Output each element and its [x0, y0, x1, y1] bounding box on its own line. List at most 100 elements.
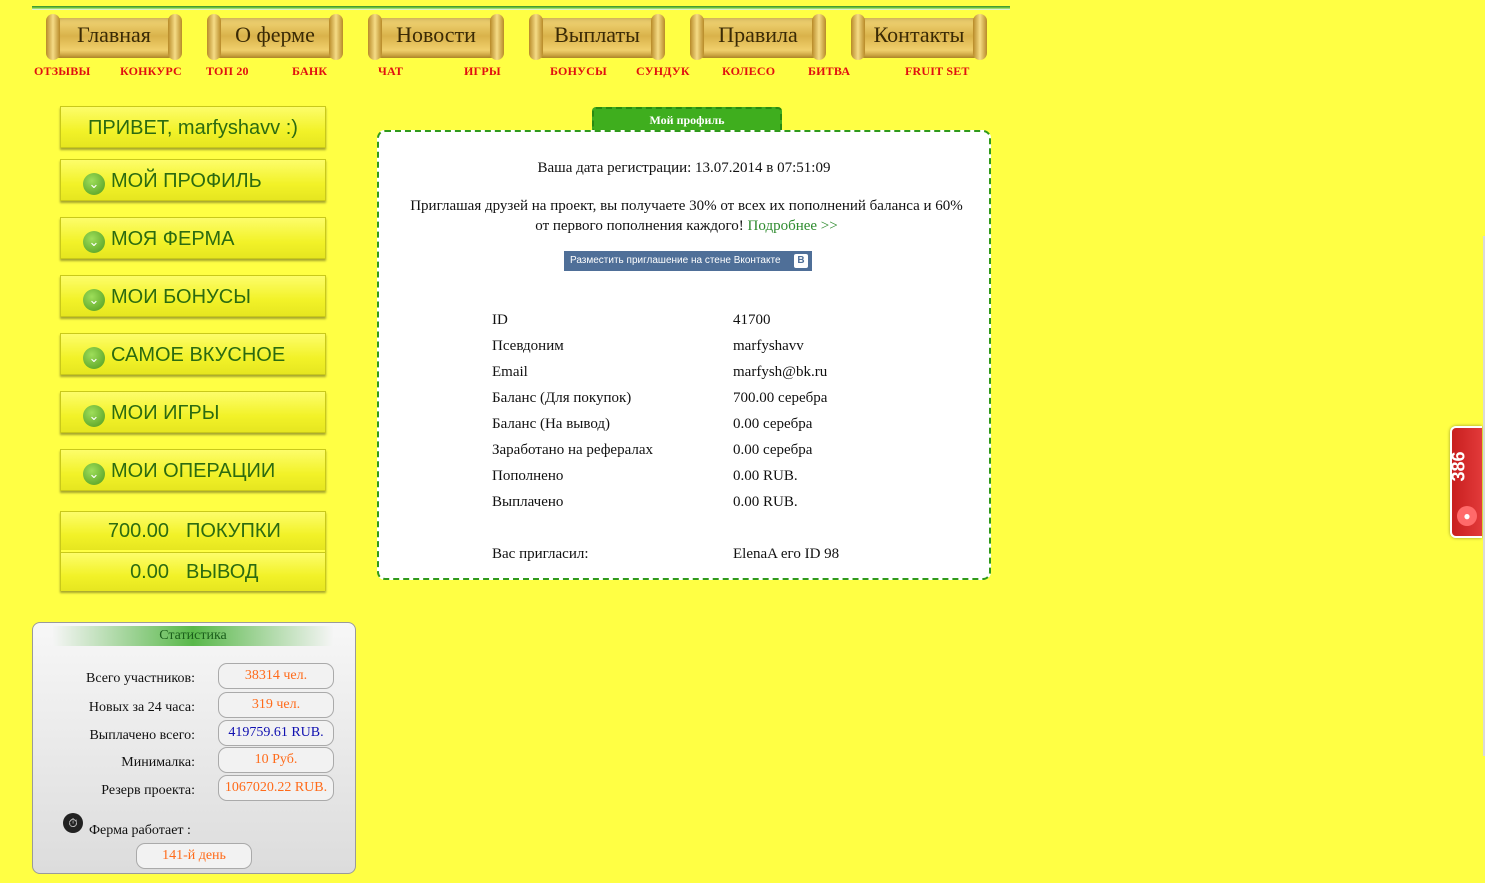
vk-share-label: Разместить приглашение на стене Вконтакт… [570, 255, 781, 266]
nav-label: Контакты [873, 22, 965, 47]
nav-label: Новости [396, 22, 476, 47]
nav-contacts[interactable]: Контакты [849, 12, 989, 62]
stat-value: 10 Руб. [218, 747, 334, 773]
sidebar-item-operations[interactable]: ⌄ МОИ ОПЕРАЦИИ [60, 449, 326, 491]
invite-more-link[interactable]: Подробнее >> [748, 218, 838, 234]
stat-row: Минималка: 10 Руб. [33, 743, 355, 773]
main-nav: Главная О ферме Новости Выплаты Правила … [32, 10, 1012, 62]
stat-value: 38314 чел. [218, 663, 334, 689]
chevron-down-icon: ⌄ [83, 347, 105, 369]
profile-row: Псевдоним marfyshavv [492, 338, 952, 362]
profile-value: 0.00 RUB. [733, 494, 798, 510]
sidebar-item-tasty[interactable]: ⌄ САМОЕ ВКУСНОЕ [60, 333, 326, 375]
profile-label: Выплачено [492, 494, 564, 510]
stat-value: 1067020.22 RUB. [218, 775, 334, 801]
greeting-box: ПРИВЕТ, marfyshavv :) [60, 106, 326, 148]
sub-link-wheel[interactable]: КОЛЕСО [722, 64, 775, 79]
nav-label: О ферме [235, 22, 315, 47]
stat-row: Резерв проекта: 1067020.22 RUB. [33, 771, 355, 801]
nav-label: Правила [718, 22, 798, 47]
side-counter-widget[interactable]: 386 ● [1449, 426, 1482, 538]
farm-uptime-value: 141-й день [136, 843, 252, 869]
profile-label: Email [492, 364, 528, 380]
profile-value: marfysh@bk.ru [733, 364, 828, 380]
sub-link-bonuses[interactable]: БОНУСЫ [550, 64, 607, 79]
profile-panel: Ваша дата регистрации: 13.07.2014 в 07:5… [377, 130, 991, 580]
profile-row: ID 41700 [492, 312, 952, 336]
stat-row: Всего участников: 38314 чел. [33, 659, 355, 689]
balance-buy-value: 700.00 [107, 520, 169, 542]
profile-row: Баланс (Для покупок) 700.00 серебра [492, 390, 952, 414]
profile-label: ID [492, 312, 508, 328]
chevron-down-icon: ⌄ [83, 173, 105, 195]
referrer-value: ElenaA его ID 98 [733, 546, 840, 562]
referrer-row: Вас пригласил: ElenaA его ID 98 [492, 546, 952, 570]
profile-row: Баланс (На вывод) 0.00 серебра [492, 416, 952, 440]
tab-my-profile[interactable]: Мой профиль [592, 107, 782, 131]
profile-value: marfyshavv [733, 338, 804, 354]
profile-row: Выплачено 0.00 RUB. [492, 494, 952, 518]
balance-buy[interactable]: 700.00 ПОКУПКИ [61, 512, 325, 550]
chevron-down-icon: ⌄ [83, 231, 105, 253]
profile-label: Пополнено [492, 468, 564, 484]
balance-out[interactable]: 0.00 ВЫВОД [61, 552, 325, 591]
balance-box: 700.00 ПОКУПКИ 0.00 ВЫВОД [60, 511, 326, 591]
invite-text-block: Приглашая друзей на проект, вы получаете… [404, 196, 969, 236]
sub-link-reviews[interactable]: ОТЗЫВЫ [34, 64, 90, 79]
balance-buy-label: ПОКУПКИ [186, 520, 281, 542]
chevron-down-icon: ⌄ [83, 463, 105, 485]
profile-label: Заработано на рефералах [492, 442, 654, 458]
profile-label: Баланс (На вывод) [492, 416, 611, 432]
sidebar-item-profile[interactable]: ⌄ МОЙ ПРОФИЛЬ [60, 159, 326, 201]
profile-label: Псевдоним [492, 338, 564, 354]
nav-label: Выплаты [554, 22, 640, 47]
profile-value: 0.00 серебра [733, 416, 813, 432]
sub-link-top20[interactable]: ТОП 20 [206, 64, 249, 79]
nav-rules[interactable]: Правила [688, 12, 828, 62]
profile-value: 0.00 RUB. [733, 468, 798, 484]
sidebar-item-games[interactable]: ⌄ МОИ ИГРЫ [60, 391, 326, 433]
stats-title: Статистика [53, 626, 333, 646]
vk-share-button[interactable]: Разместить приглашение на стене Вконтакт… [564, 251, 812, 271]
nav-about[interactable]: О ферме [205, 12, 345, 62]
balance-out-label: ВЫВОД [186, 561, 259, 583]
sub-link-battle[interactable]: БИТВА [808, 64, 850, 79]
sub-link-chest[interactable]: СУНДУК [636, 64, 690, 79]
referrer-label: Вас пригласил: [492, 546, 589, 562]
profile-row: Заработано на рефералах 0.00 серебра [492, 442, 952, 466]
sub-link-fruit-set[interactable]: FRUIT SET [905, 64, 970, 79]
sidebar-item-label: САМОЕ ВКУСНОЕ [111, 344, 286, 366]
stat-label: Выплачено всего: [89, 728, 195, 743]
profile-value: 0.00 серебра [733, 442, 813, 458]
sidebar-item-label: МОИ ИГРЫ [111, 402, 220, 424]
sidebar-item-label: МОИ ОПЕРАЦИИ [111, 460, 276, 482]
greeting-text: ПРИВЕТ, marfyshavv :) [88, 117, 298, 139]
invite-text: Приглашая друзей на проект, вы получаете… [410, 198, 963, 234]
sidebar-item-label: МОЯ ФЕРМА [111, 228, 235, 250]
profile-row: Email marfysh@bk.ru [492, 364, 952, 388]
sidebar-item-label: МОЙ ПРОФИЛЬ [111, 170, 262, 192]
stat-row: Новых за 24 часа: 319 чел. [33, 688, 355, 718]
balance-out-value: 0.00 [130, 561, 169, 583]
sub-link-games[interactable]: ИГРЫ [464, 64, 501, 79]
clock-icon: ⏱ [63, 813, 83, 833]
stat-label: Всего участников: [86, 671, 195, 686]
nav-home[interactable]: Главная [44, 12, 184, 62]
sub-link-contest[interactable]: КОНКУРС [120, 64, 182, 79]
stat-label: Новых за 24 часа: [88, 700, 195, 715]
sub-nav: ОТЗЫВЫ КОНКУРС ТОП 20 БАНК ЧАТ ИГРЫ БОНУ… [32, 64, 1012, 82]
nav-payouts[interactable]: Выплаты [527, 12, 667, 62]
stat-value: 319 чел. [218, 692, 334, 718]
sub-link-bank[interactable]: БАНК [292, 64, 327, 79]
sidebar-item-bonuses[interactable]: ⌄ МОИ БОНУСЫ [60, 275, 326, 317]
nav-news[interactable]: Новости [366, 12, 506, 62]
nav-label: Главная [77, 22, 151, 47]
profile-value: 41700 [733, 312, 771, 328]
chevron-down-icon: ⌄ [83, 289, 105, 311]
chevron-down-icon: ⌄ [83, 405, 105, 427]
farm-uptime-label: Ферма работает : [89, 823, 191, 838]
sidebar-item-farm[interactable]: ⌄ МОЯ ФЕРМА [60, 217, 326, 259]
sub-link-chat[interactable]: ЧАТ [378, 64, 403, 79]
logo-icon: ● [1457, 506, 1477, 526]
sidebar-item-label: МОИ БОНУСЫ [111, 286, 251, 308]
